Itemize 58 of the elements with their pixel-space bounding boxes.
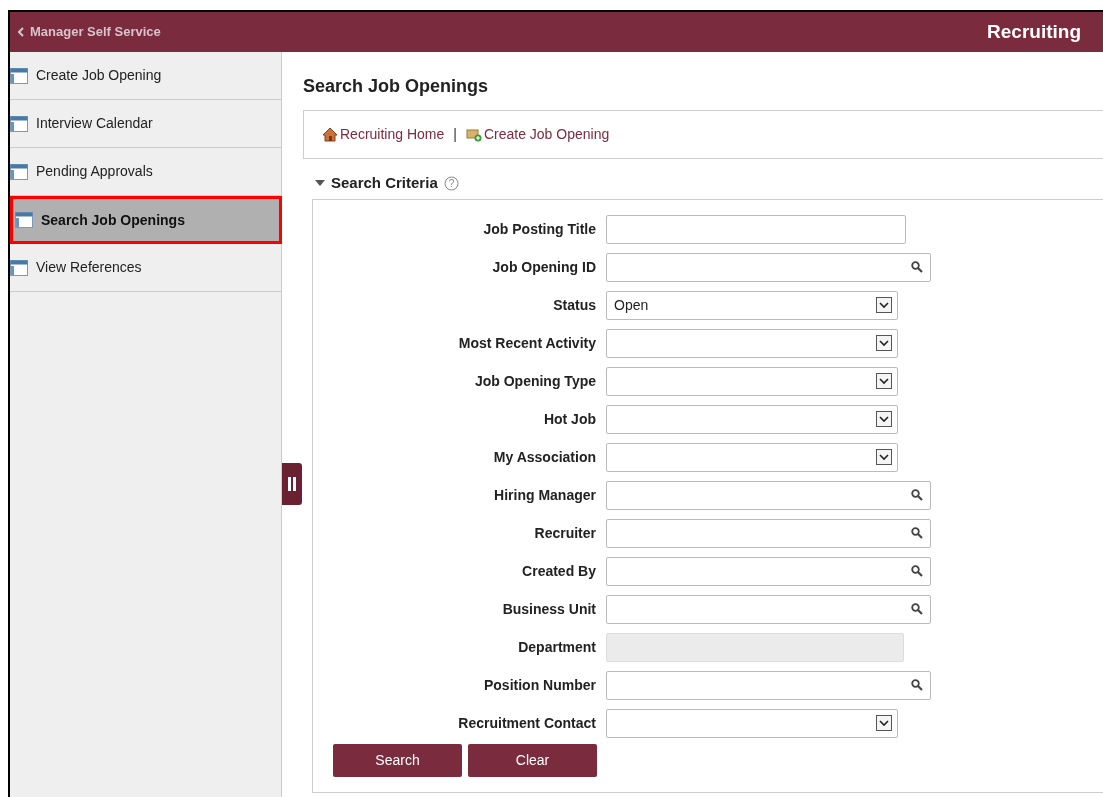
- window-icon: [15, 212, 33, 228]
- field-label: Hot Job: [542, 409, 596, 429]
- page-title: Search Job Openings: [303, 75, 490, 98]
- back-link[interactable]: Manager Self Service: [18, 22, 161, 42]
- field-label: Created By: [521, 561, 596, 581]
- folder-plus-icon: [465, 127, 482, 142]
- sidebar-item[interactable]: View References: [10, 244, 282, 292]
- field-label: Hiring Manager: [493, 485, 596, 505]
- lookup-field[interactable]: [606, 252, 931, 282]
- dropdown-field[interactable]: [606, 366, 898, 396]
- field-label: Department: [517, 637, 596, 657]
- action-button[interactable]: Search: [333, 743, 462, 777]
- lookup-field[interactable]: [606, 670, 931, 700]
- sidebar-item[interactable]: Create Job Opening: [10, 52, 282, 100]
- nav-link[interactable]: Recruiting Home: [322, 124, 445, 145]
- search-icon[interactable]: [911, 527, 923, 539]
- field-label: My Association: [492, 447, 596, 467]
- lookup-field[interactable]: [606, 556, 931, 586]
- search-icon[interactable]: [911, 565, 923, 577]
- dropdown-field[interactable]: Open: [606, 290, 898, 320]
- nav-link[interactable]: Create Job Opening: [465, 124, 610, 145]
- collapse-triangle-icon[interactable]: [315, 179, 325, 188]
- field-label: Most Recent Activity: [457, 333, 596, 353]
- window-icon: [10, 67, 28, 84]
- search-icon[interactable]: [911, 489, 923, 501]
- action-button[interactable]: Clear: [468, 743, 597, 777]
- field-label: Recruiter: [533, 523, 596, 543]
- window-icon: [10, 259, 28, 276]
- lookup-field[interactable]: [606, 594, 931, 624]
- help-icon[interactable]: ?: [443, 175, 459, 191]
- sidebar-item[interactable]: Search Job Openings: [10, 196, 282, 244]
- link-separator: |: [453, 125, 457, 144]
- header-title: Recruiting: [987, 19, 1081, 44]
- dropdown-field[interactable]: [606, 404, 898, 434]
- dropdown-field[interactable]: [606, 328, 898, 358]
- field-label: Job Opening ID: [491, 257, 596, 277]
- window-icon: [10, 163, 28, 180]
- chevron-left-icon: [18, 27, 24, 37]
- lookup-field[interactable]: [606, 480, 931, 510]
- window-icon: [10, 115, 28, 132]
- field-label: Status: [552, 295, 596, 315]
- dropdown-field[interactable]: [606, 708, 898, 738]
- section-title: Search Criteria: [331, 173, 438, 193]
- house-icon: [322, 127, 338, 142]
- field-label: Job Opening Type: [473, 371, 596, 391]
- search-icon[interactable]: [911, 603, 923, 615]
- field-label: Job Posting Title: [482, 219, 596, 239]
- dropdown-field[interactable]: [606, 442, 898, 472]
- field-label: Position Number: [483, 675, 596, 695]
- sidebar-item[interactable]: Interview Calendar: [10, 100, 282, 148]
- collapse-handle[interactable]: [282, 463, 302, 505]
- field-label: Recruitment Contact: [457, 713, 596, 733]
- input-field[interactable]: [606, 214, 906, 244]
- search-icon[interactable]: [911, 679, 923, 691]
- search-icon[interactable]: [911, 261, 923, 273]
- lookup-field[interactable]: [606, 518, 931, 548]
- pause-icon: [288, 477, 296, 491]
- field-label: Business Unit: [501, 599, 596, 619]
